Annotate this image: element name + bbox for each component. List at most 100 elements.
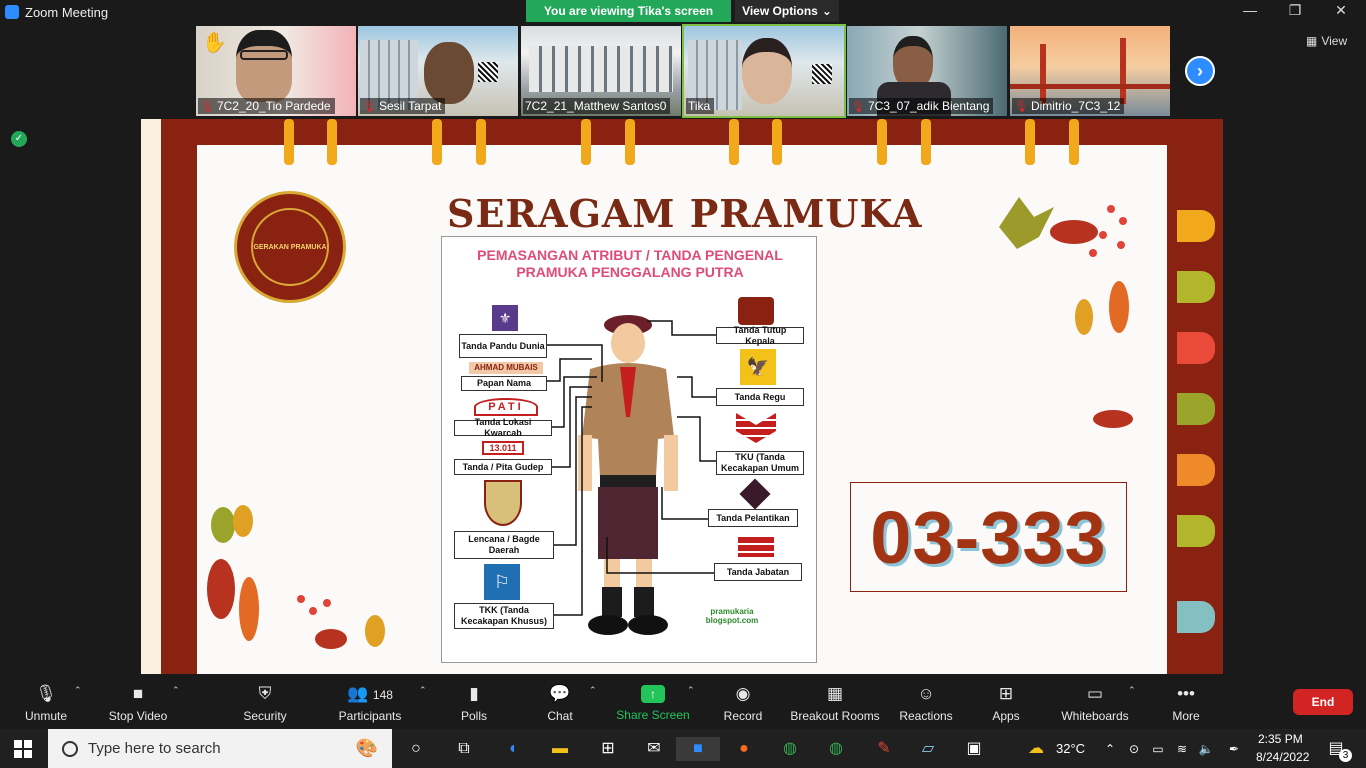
reactions-label: Reactions [899,708,953,723]
participants-label: Participants [338,708,402,723]
chevron-down-icon: ⌄ [821,4,832,18]
minimize-button[interactable]: — [1238,2,1262,18]
video-tile[interactable]: 🎙 7C3_07_adik Bientang [847,26,1007,116]
file-explorer-icon[interactable]: ▬ [546,737,574,761]
cortana-icon[interactable]: ○ [402,737,430,761]
slide-tab [1177,393,1215,425]
participant-label: 🎙 Sesil Tarpat [360,98,446,114]
chevron-up-icon[interactable]: ⌃ [419,685,427,696]
participant-name: 7C2_21_Matthew Santos0 [525,99,667,113]
bar-chart-icon: ▮ [469,683,479,703]
taskbar-search-box[interactable]: Type here to search 🎨 [48,729,392,768]
share-screen-icon: ↑ [641,684,665,703]
participant-label: 🎙 7C3_07_adik Bientang [849,98,994,114]
weather-icon[interactable]: ☁ [1022,737,1050,761]
binder-ring [284,119,294,165]
clock-time[interactable]: 2:35 PM [1258,732,1303,746]
stop-video-label: Stop Video [108,708,168,723]
meeting-code: 03-333 [870,495,1107,579]
poster-label: TKU (Tanda Kecakapan Umum [716,451,804,475]
record-button[interactable]: ◉ Record [722,677,764,729]
end-meeting-button[interactable]: End [1293,689,1353,715]
poster-label: Tanda Pelantikan [708,509,798,527]
gallery-view-button[interactable]: ▦ View [1306,34,1347,48]
close-button[interactable]: ✕ [1329,2,1353,19]
pen-icon[interactable]: ✒ [1220,737,1248,761]
uniform-poster: PEMASANGAN ATRIBUT / TANDA PENGENAL PRAM… [441,236,817,663]
whiteboards-label: Whiteboards [1061,708,1129,723]
video-tile-active-speaker[interactable]: Tika [682,24,846,118]
gudep-badge: 13.011 [482,441,524,455]
mic-muted-icon: 🎙 [851,100,865,113]
microsoft-store-icon[interactable]: ⊞ [594,737,622,761]
record-icon: ◉ [735,683,751,703]
mic-muted-icon: 🎙 [35,683,57,703]
world-scout-badge-icon: ⚜ [492,305,518,331]
participants-button[interactable]: 👥 148 Participants [336,677,404,729]
search-icon [62,740,78,757]
next-page-arrow-icon[interactable]: › [1185,56,1215,86]
record-label: Record [723,708,763,723]
shield-icon: ⛨ [258,683,272,703]
video-tile[interactable]: 7C2_21_Matthew Santos0 [521,26,681,116]
windows-start-icon[interactable] [14,740,32,758]
slide-title: SERAGAM PRAMUKA [447,191,923,236]
search-placeholder: Type here to search [88,740,221,757]
binder-ring [1025,119,1035,165]
participant-name: 7C2_20_Tio Pardede [216,99,331,113]
maximize-button[interactable]: ❐ [1283,2,1307,19]
search-highlight-icon: 🎨 [355,738,378,758]
chrome-icon[interactable]: ◍ [776,737,804,761]
chat-button[interactable]: 💬 Chat [540,677,580,729]
slide-tab [1177,210,1215,242]
video-tile[interactable]: 🎙 Dimitrio_7C3_12 [1010,26,1170,116]
task-view-icon[interactable]: ⧉ [450,737,478,761]
edge-browser-icon[interactable]: ◐ [500,737,528,761]
poster-label: Tanda Jabatan [714,563,802,581]
chevron-up-icon[interactable]: ⌃ [1128,685,1136,696]
viewing-screen-banner: You are viewing Tika's screen [526,0,731,22]
participant-name: Sesil Tarpat [378,99,442,113]
chevron-up-icon[interactable]: ⌃ [74,685,82,696]
stop-video-button[interactable]: ■ Stop Video [106,677,170,729]
reactions-button[interactable]: ☺ Reactions [898,677,954,729]
poster-label: Tanda Pandu Dunia [459,334,547,358]
polls-button[interactable]: ▮ Polls [454,677,494,729]
video-tile[interactable]: 🎙 Sesil Tarpat [358,26,518,116]
raised-hand-icon: ✋ [202,32,227,54]
whiteboard-icon: ▭ [1086,683,1104,703]
clock-date[interactable]: 8/24/2022 [1256,750,1309,764]
share-screen-button[interactable]: ↑ Share Screen [616,677,690,729]
chevron-up-icon[interactable]: ⌃ [172,685,180,696]
view-options-button[interactable]: View Options ⌄ [735,0,839,22]
mail-icon[interactable]: ✉ [640,737,668,761]
zoom-taskbar-icon[interactable]: ■ [676,737,720,761]
encryption-shield-icon[interactable]: ✓ [11,131,27,147]
chevron-up-icon[interactable]: ⌃ [687,685,695,696]
pramuka-emblem: GERAKAN PRAMUKA [234,191,346,303]
notepad-icon[interactable]: ▱ [914,737,942,761]
photos-icon[interactable]: ▣ [960,737,988,761]
view-options-label: View Options [742,4,818,18]
video-tile[interactable]: ✋ 🎙 7C2_20_Tio Pardede [196,26,356,116]
patrol-badge-icon: 🦅 [740,349,776,385]
chrome-profile-icon[interactable]: ◍ [822,737,850,761]
autumn-leaves-icon [207,505,385,649]
whiteboards-button[interactable]: ▭ Whiteboards [1058,677,1132,729]
participant-label: Tika [686,98,715,114]
more-label: More [1172,708,1200,723]
share-screen-label: Share Screen [616,707,690,722]
breakout-rooms-button[interactable]: ▦ Breakout Rooms [790,677,880,729]
unmute-button[interactable]: 🎙 Unmute [20,677,72,729]
security-button[interactable]: ⛨ Security [240,677,290,729]
participant-label: 7C2_21_Matthew Santos0 [523,98,671,114]
volume-icon[interactable]: 🔈 [1192,737,1220,761]
chevron-up-icon[interactable]: ⌃ [589,685,597,696]
apps-button[interactable]: ⊞ Apps [986,677,1026,729]
paint-icon[interactable]: ✎ [870,737,898,761]
more-button[interactable]: ••• More [1166,677,1206,729]
poster-label: Tanda Lokasi Kwarcab [454,417,552,438]
security-label: Security [243,708,287,723]
firefox-icon[interactable]: ● [730,737,758,761]
slide-tab [1177,515,1215,547]
